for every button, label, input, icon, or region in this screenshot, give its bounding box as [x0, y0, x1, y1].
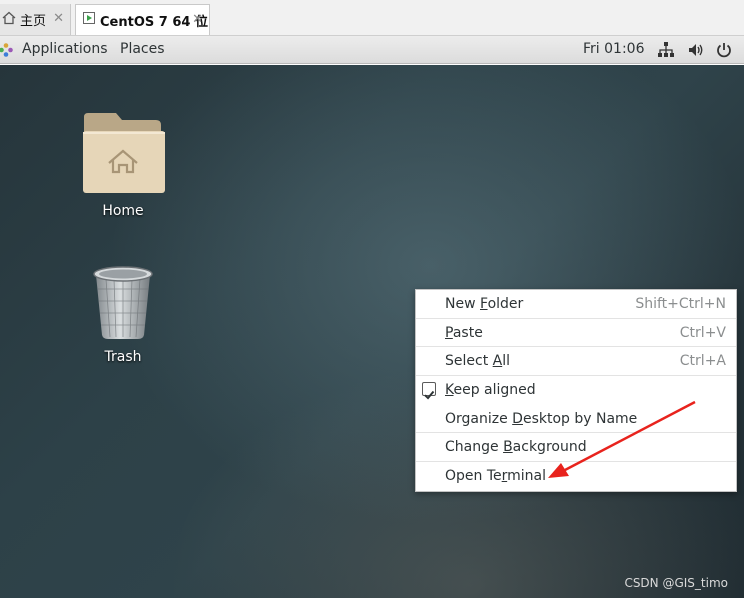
annotation-arrow-icon	[548, 400, 696, 478]
